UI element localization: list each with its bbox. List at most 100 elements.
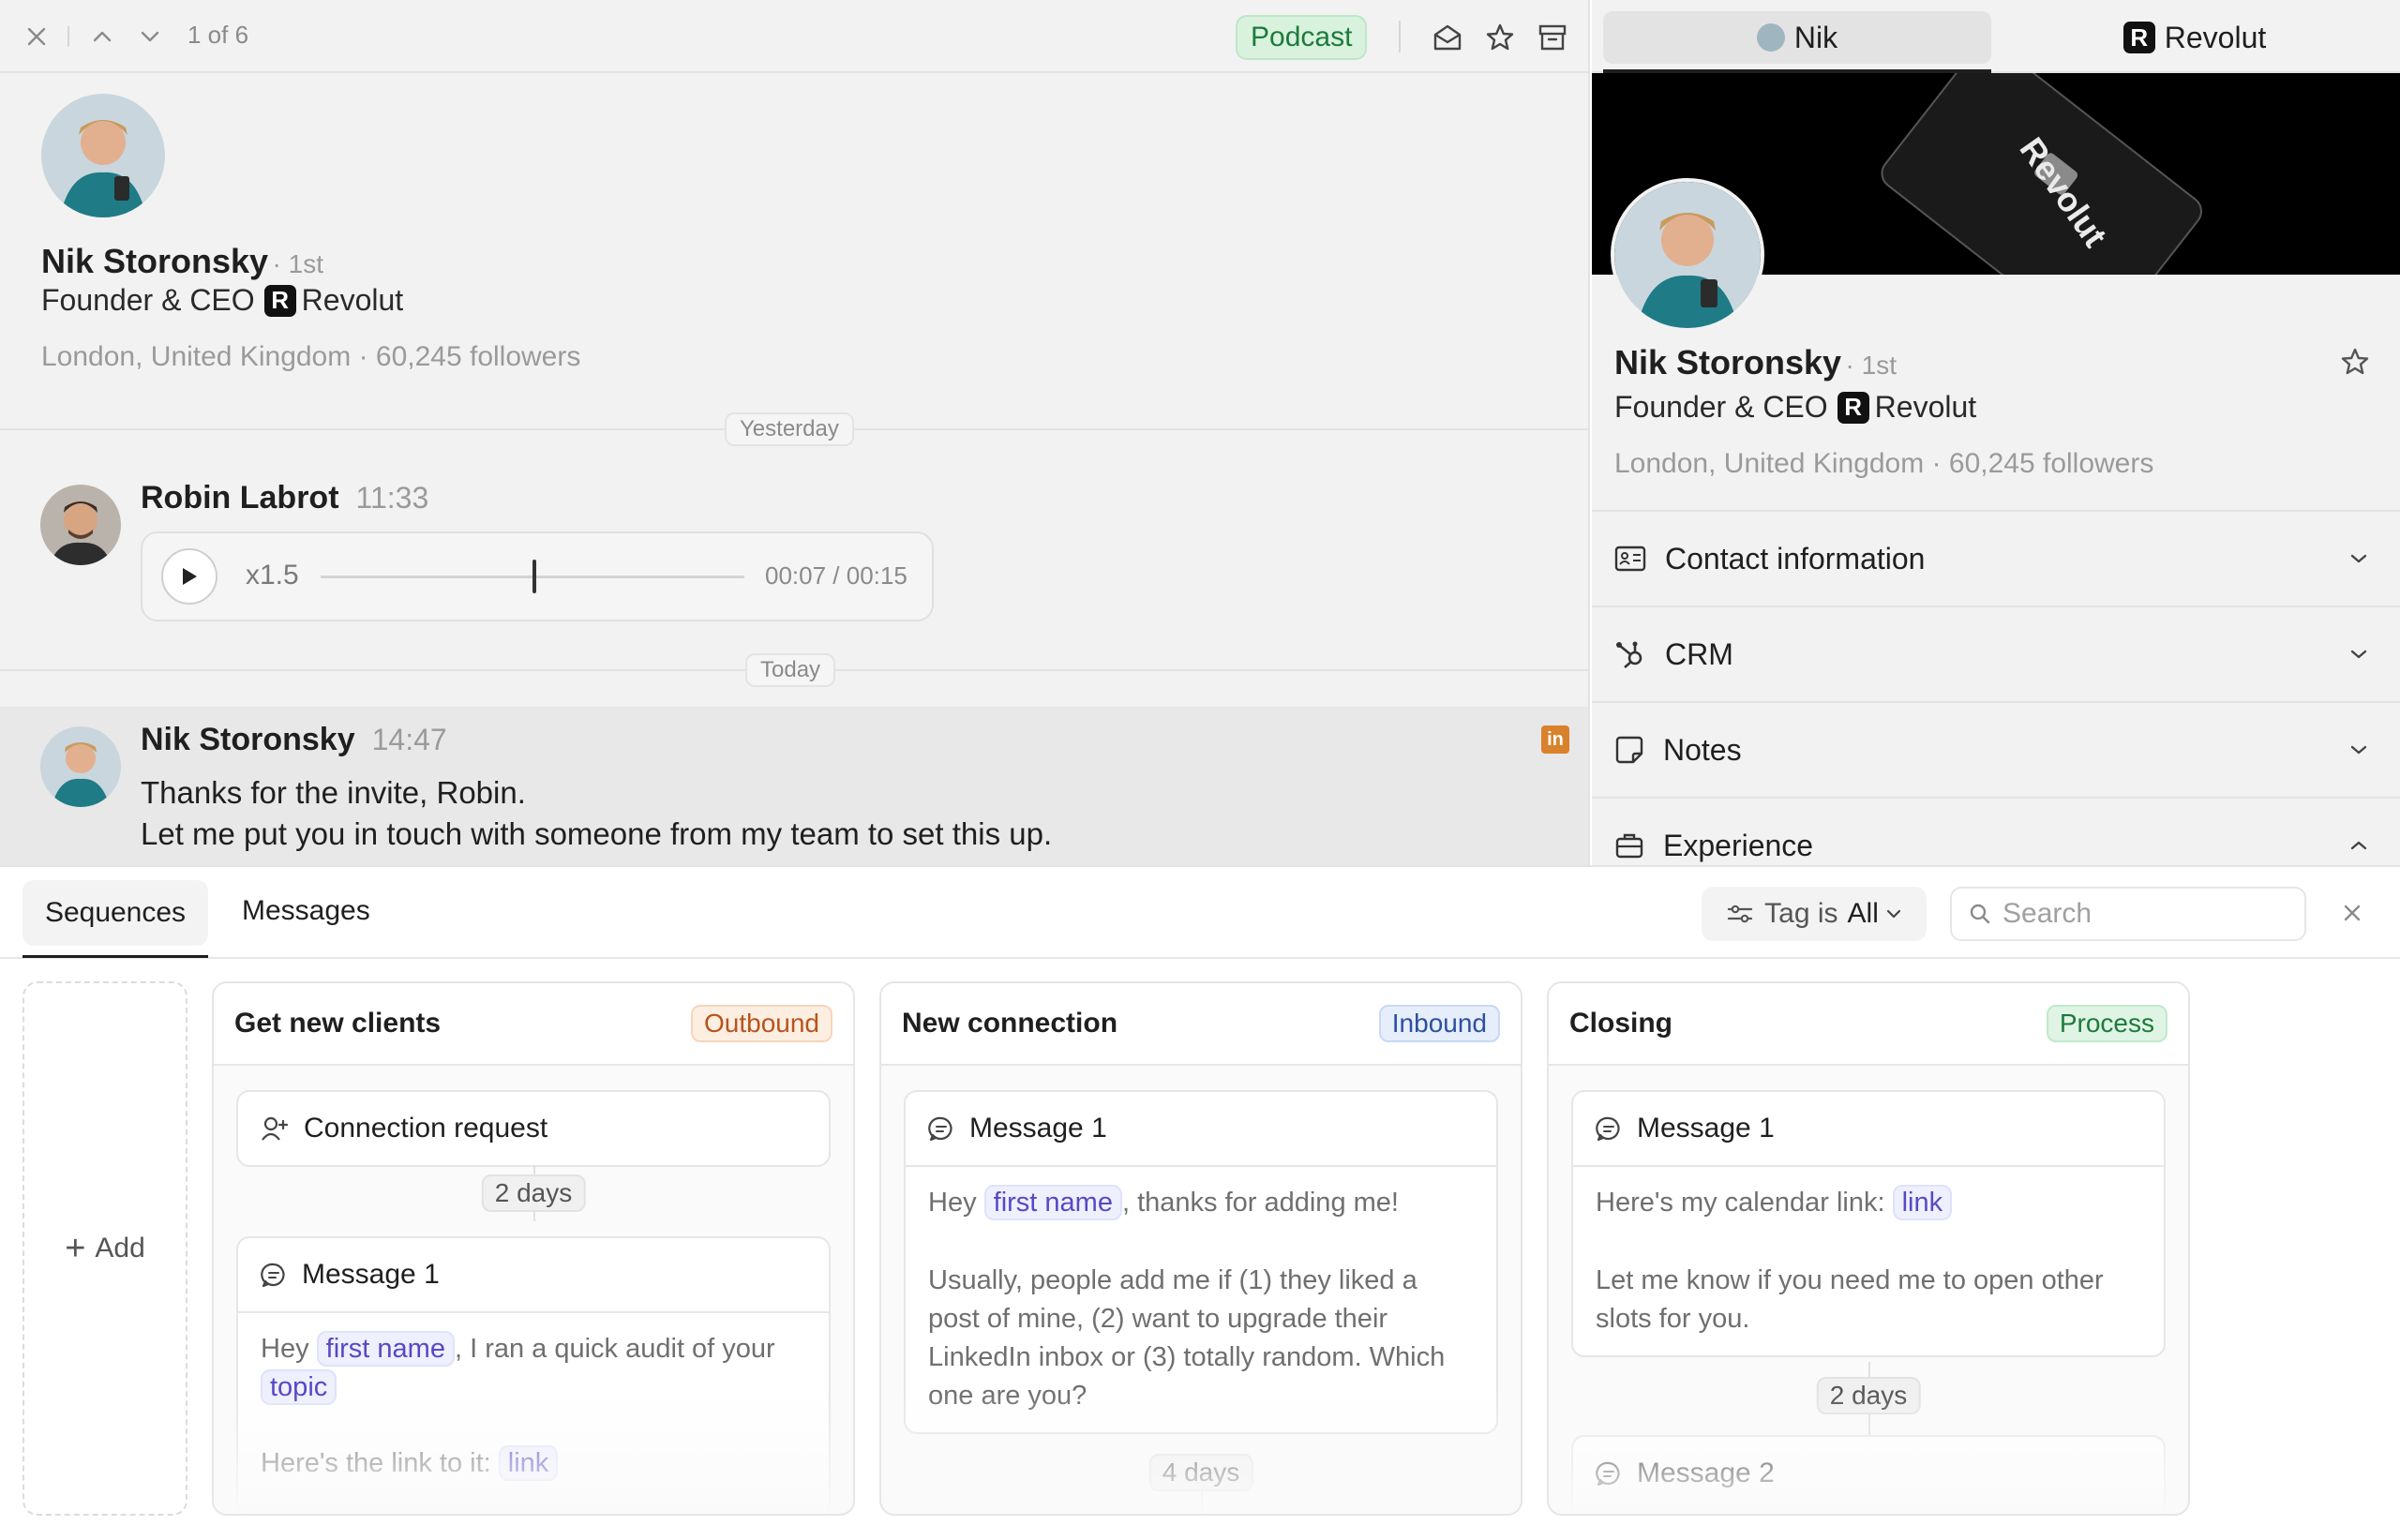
sequence-header[interactable]: Get new clients Outbound — [214, 983, 853, 1066]
step-card[interactable]: Message 2 — [1571, 1435, 2166, 1514]
search-input[interactable]: Search — [1950, 887, 2306, 941]
section-label: Contact information — [1665, 541, 1926, 576]
message-template: Hey first name, thanks for adding me! Us… — [906, 1165, 1496, 1432]
sender-name[interactable]: Nik Storonsky — [141, 722, 355, 757]
tab-company[interactable]: R Revolut — [2001, 11, 2389, 64]
message-line: Let me put you in touch with someone fro… — [141, 816, 1053, 851]
tag-filter-dropdown[interactable]: Tag is All — [1702, 887, 1927, 941]
profile-title: Founder & CEO — [41, 283, 255, 317]
chevron-down-icon[interactable] — [134, 21, 166, 52]
message-time: 14:47 — [371, 723, 447, 756]
chevron-down-icon — [2349, 553, 2368, 564]
chevron-up-icon[interactable] — [86, 21, 118, 52]
step-card[interactable]: Message 1 Here's my calendar link: link … — [1571, 1090, 2166, 1357]
sequence-title: Closing — [1569, 1008, 1672, 1039]
avatar[interactable] — [1611, 178, 1764, 332]
close-panel-button[interactable] — [2336, 897, 2368, 929]
section-experience[interactable]: Experience — [1592, 797, 2400, 865]
audio-track[interactable] — [321, 560, 744, 593]
star-icon[interactable] — [1481, 19, 1519, 56]
sequence-header[interactable]: New connection Inbound — [881, 983, 1521, 1066]
conversation-counter: 1 of 6 — [188, 21, 249, 49]
conversation-pane: 1 of 6 Podcast Nik Storonsky · 1st Found… — [0, 0, 1590, 865]
delay-chip[interactable]: 2 days — [1816, 1377, 1921, 1414]
message-line: Thanks for the invite, Robin. — [141, 775, 526, 810]
variable-chip: topic — [261, 1369, 338, 1405]
section-crm[interactable]: CRM — [1592, 606, 2400, 701]
star-icon[interactable] — [2336, 343, 2374, 381]
chevron-down-icon — [2349, 649, 2368, 660]
section-label: Notes — [1663, 732, 1742, 767]
avatar[interactable] — [40, 726, 121, 807]
audio-time: 00:07 / 00:15 — [765, 561, 908, 590]
template-text: , thanks for adding me! — [1121, 1188, 1399, 1218]
variable-chip: first name — [316, 1331, 455, 1367]
play-button[interactable] — [161, 548, 218, 605]
avatar[interactable] — [41, 94, 165, 217]
step-card[interactable]: Message 1 Hey first name, I ran a quick … — [236, 1236, 831, 1514]
tag-badge[interactable]: Podcast — [1236, 15, 1368, 60]
sender-name[interactable]: Robin Labrot — [141, 480, 339, 516]
sequence-title: Get new clients — [234, 1008, 442, 1039]
profile-location: London, United Kingdom · 60,245 follower… — [1614, 448, 2154, 479]
step-title: Message 1 — [1637, 1113, 1775, 1144]
delay-chip[interactable]: 2 days — [481, 1174, 586, 1212]
template-text: Hey — [928, 1188, 984, 1218]
plus-icon: + — [65, 1228, 86, 1268]
company-logo: R — [2122, 22, 2155, 53]
briefcase-icon — [1614, 831, 1644, 860]
profile-name-line: Nik Storonsky · 1st — [41, 242, 323, 281]
message-header: Robin Labrot 11:33 — [141, 480, 428, 516]
connection-degree: · 1st — [272, 249, 323, 278]
id-card-icon — [1614, 546, 1646, 572]
filter-label: Tag is — [1764, 898, 1838, 929]
profile-title: Founder & CEO — [1614, 390, 1828, 424]
profile-company[interactable]: Revolut — [1875, 390, 1977, 424]
message-body: Thanks for the invite, Robin. Let me put… — [141, 772, 1052, 855]
chevron-up-icon — [2349, 840, 2368, 851]
variable-chip: link — [498, 1445, 559, 1481]
add-sequence-button[interactable]: + Add — [22, 981, 188, 1516]
archive-icon[interactable] — [1534, 19, 1571, 56]
day-separator: Today — [745, 653, 836, 687]
tab-label: Sequences — [44, 897, 187, 928]
step-card[interactable]: Connection request — [236, 1090, 831, 1167]
profile-name[interactable]: Nik Storonsky — [41, 242, 268, 280]
section-label: Experience — [1663, 828, 1814, 862]
company-logo: R — [1837, 391, 1869, 424]
play-icon — [183, 568, 197, 585]
sequence-column: Get new clients Outbound Connection requ… — [212, 981, 855, 1516]
profile-name-line: Nik Storonsky · 1st — [1614, 343, 1897, 382]
playback-speed[interactable]: x1.5 — [246, 560, 299, 591]
add-user-icon — [261, 1115, 289, 1142]
message-template: Here's my calendar link: link Let me kno… — [1573, 1165, 2164, 1355]
profile-company[interactable]: Revolut — [302, 283, 404, 317]
audio-scrubber[interactable] — [532, 560, 536, 593]
close-icon[interactable] — [21, 21, 52, 52]
sequence-column: New connection Inbound Message 1 Hey fir… — [879, 981, 1522, 1516]
delay-chip[interactable]: 4 days — [1148, 1454, 1253, 1491]
avatar — [1756, 23, 1785, 52]
profile-headline: Founder & CEO R Revolut — [1614, 390, 1976, 427]
avatar[interactable] — [40, 485, 121, 565]
variable-chip: link — [1892, 1185, 1953, 1220]
section-notes[interactable]: Notes — [1592, 701, 2400, 797]
profile-location: London, United Kingdom · 60,245 follower… — [41, 341, 581, 372]
message-bubble-icon — [1596, 1460, 1622, 1487]
tab-label: Revolut — [2164, 20, 2267, 54]
divider — [1399, 21, 1401, 52]
section-contact-information[interactable]: Contact information — [1592, 510, 2400, 606]
filter-value: All — [1847, 898, 1879, 929]
tab-sequences[interactable]: Sequences — [22, 880, 208, 946]
profile-name[interactable]: Nik Storonsky — [1614, 343, 1841, 381]
template-text: Usually, people add me if (1) they liked… — [928, 1265, 1446, 1411]
message-time: 11:33 — [355, 481, 429, 515]
hubspot-icon — [1614, 638, 1646, 670]
sequence-header[interactable]: Closing Process — [1549, 983, 2188, 1066]
sequence-type-badge: Process — [2046, 1005, 2168, 1042]
tab-messages[interactable]: Messages — [242, 895, 370, 927]
tab-person[interactable]: Nik — [1603, 11, 1991, 64]
step-card[interactable]: Message 1 Hey first name, thanks for add… — [904, 1090, 1498, 1434]
mail-open-icon[interactable] — [1429, 19, 1466, 56]
profile-sidebar: Nik R Revolut Revolut Nik Storonsky · 1s… — [1592, 0, 2400, 865]
